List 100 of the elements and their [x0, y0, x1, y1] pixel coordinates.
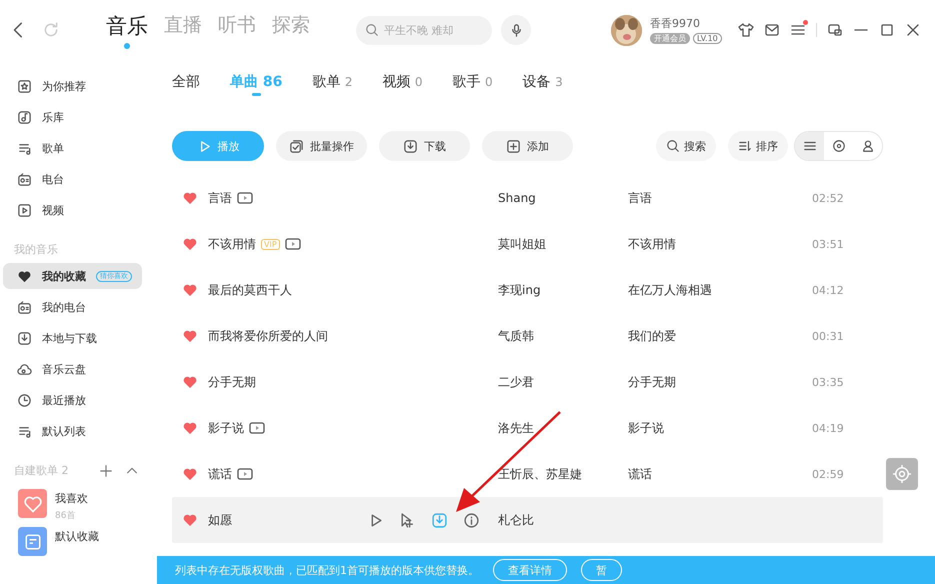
sidebar-item[interactable]: 本地与下载 — [3, 325, 142, 351]
batch-button[interactable]: 批量操作 — [276, 131, 367, 161]
search-icon — [666, 139, 680, 153]
sidebar-item[interactable]: 为你推荐 — [3, 73, 142, 99]
radio-icon — [17, 172, 32, 186]
tab-indicator — [252, 93, 261, 96]
target-icon — [893, 465, 911, 483]
song-row[interactable]: 谎话 王忻辰、苏星婕 谎话 02:59 — [172, 451, 883, 497]
heart-icon — [17, 268, 32, 284]
heart-icon[interactable] — [182, 190, 198, 206]
song-count: 86首 — [55, 510, 76, 522]
search-button[interactable]: 搜索 — [656, 131, 716, 161]
song-row[interactable]: 不该用情 VIP 莫叫姐姐 不该用情 03:51 — [172, 221, 883, 267]
song-title: 不该用情 — [208, 236, 256, 252]
filter-tab[interactable]: 歌单 2 — [312, 73, 352, 131]
mail-icon[interactable] — [764, 22, 780, 38]
album-name: 言语 — [628, 190, 653, 206]
song-row[interactable]: 如愿 札仑比 — [172, 497, 883, 543]
album-name: 分手无期 — [628, 374, 677, 390]
clock-icon — [17, 392, 32, 408]
duration: 02:52 — [812, 192, 844, 204]
artist-name: 二少君 — [498, 374, 535, 390]
sidebar-item[interactable]: 电台 — [3, 166, 142, 192]
heart-icon[interactable] — [182, 512, 198, 528]
more-icon[interactable] — [463, 512, 480, 528]
list-view-button[interactable] — [795, 132, 824, 160]
download-icon — [17, 330, 32, 346]
artist-name: 莫叫姐姐 — [498, 236, 547, 252]
section-title: 我的音乐 — [14, 242, 58, 257]
duration: 02:59 — [812, 468, 844, 480]
search-field[interactable]: 平生不晚 难却 — [356, 16, 492, 44]
song-row[interactable]: 最后的莫西干人 李现ing 在亿万人海相遇 04:12 — [172, 267, 883, 313]
song-title: 谎话 — [208, 466, 232, 482]
heart-icon[interactable] — [182, 282, 198, 298]
song-title: 而我将爱你所爱的人间 — [208, 328, 328, 344]
person-icon — [860, 139, 874, 153]
duration: 03:51 — [812, 238, 844, 250]
filter-tab[interactable]: 设备 3 — [522, 73, 563, 131]
heart-icon[interactable] — [182, 374, 198, 390]
artist-name: Shang — [498, 191, 537, 205]
list-icon — [802, 139, 816, 153]
song-row[interactable]: 分手无期 二少君 分手无期 03:35 — [172, 359, 883, 405]
album-name: 谎话 — [628, 466, 653, 482]
album-name: 我们的爱 — [628, 328, 677, 344]
sidebar-item[interactable]: 乐库 — [3, 104, 142, 130]
sidebar-item[interactable]: 我的电台 — [3, 294, 142, 320]
nav-tab[interactable]: 音乐 — [106, 12, 148, 48]
mini-mode-icon[interactable] — [827, 22, 843, 38]
skin-icon[interactable] — [738, 22, 754, 38]
maximize-icon[interactable] — [879, 22, 895, 38]
heart-icon[interactable] — [182, 420, 198, 436]
checklist-icon — [289, 138, 304, 154]
music-note-icon — [17, 110, 32, 124]
download-icon — [403, 138, 418, 154]
section-title: 自建歌单 2 — [14, 463, 68, 478]
album-name: 在亿万人海相遇 — [628, 282, 713, 298]
artist-name: 气质韩 — [498, 328, 535, 344]
sidebar-item[interactable]: 最近播放 — [3, 387, 142, 413]
sort-button[interactable]: 排序 — [728, 131, 788, 161]
duration: 03:35 — [812, 376, 844, 388]
add-to-playlist-icon[interactable] — [399, 512, 416, 528]
artist-name: 王忻辰、苏星婕 — [498, 466, 583, 482]
song-title: 最后的莫西干人 — [208, 282, 292, 298]
playlist-name[interactable]: 我喜欢 — [55, 491, 88, 506]
sidebar-item[interactable]: 默认列表 — [3, 418, 142, 444]
sidebar-item[interactable]: 歌单 — [3, 135, 142, 161]
song-row[interactable]: 而我将爱你所爱的人间 气质韩 我们的爱 00:31 — [172, 313, 883, 359]
cloud-icon — [17, 362, 32, 376]
close-icon[interactable] — [905, 22, 921, 38]
artist-name: 李现ing — [498, 282, 542, 298]
heart-icon[interactable] — [182, 328, 198, 344]
playlist-name[interactable]: 默认收藏 — [55, 529, 99, 544]
song-title: 分手无期 — [208, 374, 256, 390]
filter-tab[interactable]: 视频 0 — [382, 73, 423, 131]
sidebar-item[interactable]: 音乐云盘 — [3, 356, 142, 382]
vip-tag: VIP — [261, 238, 280, 250]
heart-icon[interactable] — [182, 466, 198, 482]
album-name: 影子说 — [628, 420, 665, 436]
sidebar-item[interactable]: 视频 — [3, 197, 142, 223]
sort-icon — [738, 139, 752, 153]
add-button[interactable]: 添加 — [482, 131, 573, 161]
artist-name: 札仑比 — [498, 512, 535, 528]
song-title: 言语 — [208, 190, 232, 206]
filter-tab[interactable]: 全部 — [172, 73, 200, 131]
play-icon — [17, 202, 32, 218]
add-icon — [99, 464, 113, 478]
download-button[interactable]: 下载 — [379, 131, 470, 161]
refresh-icon — [42, 21, 60, 39]
artist-name: 洛先生 — [498, 420, 535, 436]
avatar[interactable] — [611, 14, 642, 46]
notice-text: 列表中存在无版权歌曲，已匹配到1首可播放的版本供您替换。 — [175, 562, 479, 578]
duration: 04:12 — [812, 284, 844, 296]
user-name[interactable]: 香香9970 — [650, 16, 738, 31]
voice-search-button[interactable] — [501, 15, 531, 45]
song-row[interactable]: 言语 Shang 言语 02:52 — [172, 175, 883, 221]
song-row[interactable]: 影子说 洛先生 影子说 04:19 — [172, 405, 883, 451]
song-title: 影子说 — [208, 420, 244, 436]
filter-tab[interactable]: 歌手 0 — [452, 73, 493, 131]
song-title: 如愿 — [208, 512, 232, 528]
heart-icon[interactable] — [182, 236, 198, 252]
